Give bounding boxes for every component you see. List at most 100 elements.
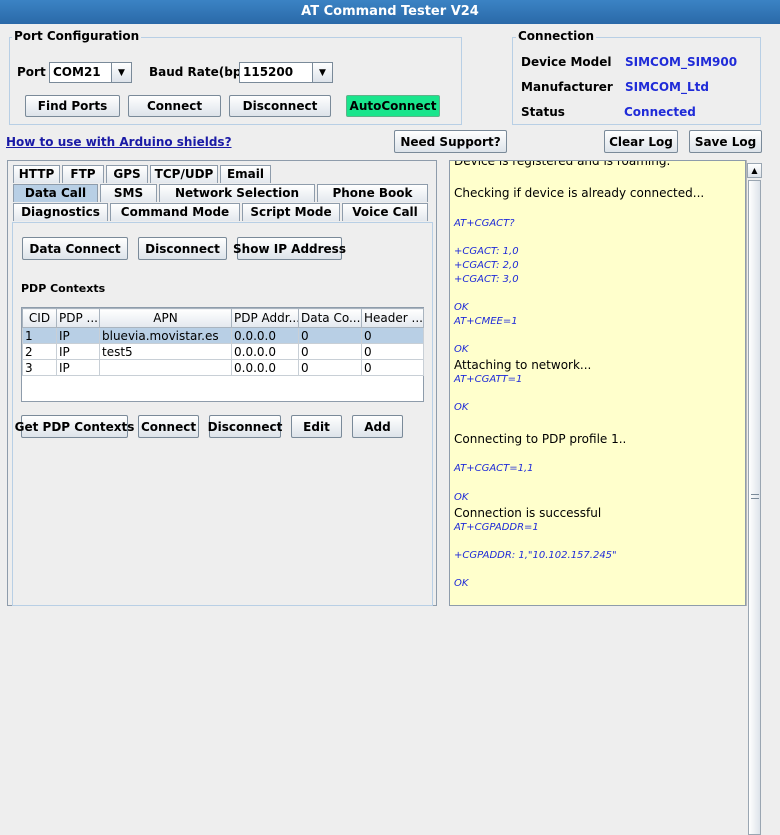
tab-command-mode[interactable]: Command Mode xyxy=(110,203,240,221)
tab-email[interactable]: Email xyxy=(220,165,271,183)
table-cell[interactable]: 1 xyxy=(22,327,57,344)
table-row[interactable]: 3 IP 0.0.0.0 0 0 xyxy=(22,359,424,376)
table-cell[interactable]: 3 xyxy=(22,359,57,376)
find-ports-button[interactable]: Find Ports xyxy=(25,95,120,117)
log-line: AT+CGACT=1,1 xyxy=(454,463,534,474)
table-row[interactable]: 2 IP test5 0.0.0.0 0 0 xyxy=(22,343,424,360)
tab-tcp-udp[interactable]: TCP/UDP xyxy=(150,165,218,183)
column-header-pdp-address[interactable]: PDP Addr... xyxy=(231,308,299,328)
table-header-row: CID PDP ... APN PDP Addr... Data Co... H… xyxy=(22,308,424,328)
log-line: +CGACT: 2,0 xyxy=(454,260,519,271)
column-header-data-compression[interactable]: Data Co... xyxy=(298,308,362,328)
table-cell[interactable]: 0.0.0.0 xyxy=(231,327,299,344)
table-cell[interactable]: test5 xyxy=(99,343,232,360)
connect-button[interactable]: Connect xyxy=(128,95,221,117)
column-header-cid[interactable]: CID xyxy=(22,308,57,328)
table-cell[interactable]: 2 xyxy=(22,343,57,360)
manufacturer-label: Manufacturer xyxy=(521,80,613,94)
log-line: +CGACT: 3,0 xyxy=(454,274,519,285)
tab-diagnostics[interactable]: Diagnostics xyxy=(13,203,108,221)
table-cell[interactable]: 0 xyxy=(298,343,362,360)
save-log-button[interactable]: Save Log xyxy=(689,130,762,153)
tab-voice-call[interactable]: Voice Call xyxy=(342,203,428,221)
table-row[interactable]: 1 IP bluevia.movistar.es 0.0.0.0 0 0 xyxy=(22,327,424,344)
table-cell[interactable]: 0 xyxy=(298,327,362,344)
show-ip-address-button[interactable]: Show IP Address xyxy=(233,237,346,260)
table-cell[interactable]: 0 xyxy=(298,359,362,376)
chevron-down-icon[interactable]: ▼ xyxy=(111,63,131,82)
log-line: Connection is successful xyxy=(454,506,602,520)
pdp-disconnect-button[interactable]: Disconnect xyxy=(208,415,282,438)
disconnect-button[interactable]: Disconnect xyxy=(229,95,331,117)
device-model-value: SIMCOM_SIM900 xyxy=(625,55,738,69)
baud-rate-select-value: 115200 xyxy=(243,65,294,79)
log-line: AT+CGATT=1 xyxy=(454,374,523,385)
tab-script-mode[interactable]: Script Mode xyxy=(242,203,340,221)
clear-log-button[interactable]: Clear Log xyxy=(604,130,678,153)
edit-button[interactable]: Edit xyxy=(291,415,342,438)
table-cell[interactable]: 0 xyxy=(361,327,424,344)
add-button[interactable]: Add xyxy=(352,415,403,438)
get-pdp-contexts-button[interactable]: Get PDP Contexts xyxy=(15,415,134,438)
scroll-up-icon[interactable]: ▲ xyxy=(747,163,762,178)
log-line: OK xyxy=(454,302,469,313)
log-line: AT+CMEE=1 xyxy=(454,316,518,327)
status-value: Connected xyxy=(624,105,696,119)
status-label: Status xyxy=(521,105,565,119)
table-cell[interactable]: 0 xyxy=(361,343,424,360)
log-scrollbar[interactable]: ▲ xyxy=(746,160,763,835)
column-header-pdp-type[interactable]: PDP ... xyxy=(56,308,100,328)
table-cell[interactable]: IP xyxy=(56,343,100,360)
tab-network-selection[interactable]: Network Selection xyxy=(159,184,315,202)
baud-rate-select[interactable]: 115200 ▼ xyxy=(239,62,333,83)
log-line: Attaching to network... xyxy=(454,358,592,372)
pdp-contexts-title: PDP Contexts xyxy=(21,282,106,295)
log-line: Device is registered and is roaming. xyxy=(454,160,671,168)
table-cell[interactable]: 0.0.0.0 xyxy=(231,359,299,376)
log-line: OK xyxy=(454,402,469,413)
tab-sms[interactable]: SMS xyxy=(100,184,157,202)
table-cell[interactable]: bluevia.movistar.es xyxy=(99,327,232,344)
arduino-help-link[interactable]: How to use with Arduino shields? xyxy=(6,135,232,149)
port-select[interactable]: COM21 ▼ xyxy=(49,62,132,83)
table-cell[interactable] xyxy=(99,359,232,376)
tab-gps[interactable]: GPS xyxy=(106,165,148,183)
port-select-value: COM21 xyxy=(53,65,101,79)
log-line: +CGACT: 1,0 xyxy=(454,246,519,257)
tab-phone-book[interactable]: Phone Book xyxy=(317,184,428,202)
log-line: Connecting to PDP profile 1.. xyxy=(454,432,627,446)
tab-http[interactable]: HTTP xyxy=(13,165,60,183)
tab-ftp[interactable]: FTP xyxy=(62,165,104,183)
port-label: Port xyxy=(17,65,46,79)
tab-data-call[interactable]: Data Call xyxy=(13,184,98,202)
port-configuration-legend: Port Configuration xyxy=(12,29,142,43)
column-header-apn[interactable]: APN xyxy=(99,308,232,328)
data-disconnect-button[interactable]: Disconnect xyxy=(138,237,227,260)
table-cell[interactable]: 0 xyxy=(361,359,424,376)
log-line: Checking if device is already connected.… xyxy=(454,186,705,200)
manufacturer-value: SIMCOM_Ltd xyxy=(625,80,709,94)
log-line: OK xyxy=(454,344,469,355)
log-line: OK xyxy=(454,578,469,589)
need-support-button[interactable]: Need Support? xyxy=(394,130,507,153)
grip-icon xyxy=(751,494,759,499)
table-cell[interactable]: IP xyxy=(56,359,100,376)
table-cell[interactable]: IP xyxy=(56,327,100,344)
scroll-thumb[interactable] xyxy=(748,180,761,835)
autoconnect-button[interactable]: AutoConnect xyxy=(346,95,440,117)
table-cell[interactable]: 0.0.0.0 xyxy=(231,343,299,360)
log-panel[interactable]: Device is registered and is roaming. Che… xyxy=(449,160,746,606)
column-header-header-compression[interactable]: Header ... xyxy=(361,308,424,328)
log-line: OK xyxy=(454,492,469,503)
pdp-contexts-table-frame: CID PDP ... APN PDP Addr... Data Co... H… xyxy=(21,307,424,402)
data-connect-button[interactable]: Data Connect xyxy=(22,237,128,260)
connection-legend: Connection xyxy=(516,29,597,43)
log-line: AT+CGPADDR=1 xyxy=(454,522,539,533)
pdp-contexts-table: CID PDP ... APN PDP Addr... Data Co... H… xyxy=(22,308,424,376)
chevron-down-icon[interactable]: ▼ xyxy=(312,63,332,82)
device-model-label: Device Model xyxy=(521,55,612,69)
window-title: AT Command Tester V24 xyxy=(0,0,780,24)
log-line: AT+CGACT? xyxy=(454,218,515,229)
pdp-connect-button[interactable]: Connect xyxy=(138,415,199,438)
data-call-content xyxy=(12,222,433,606)
